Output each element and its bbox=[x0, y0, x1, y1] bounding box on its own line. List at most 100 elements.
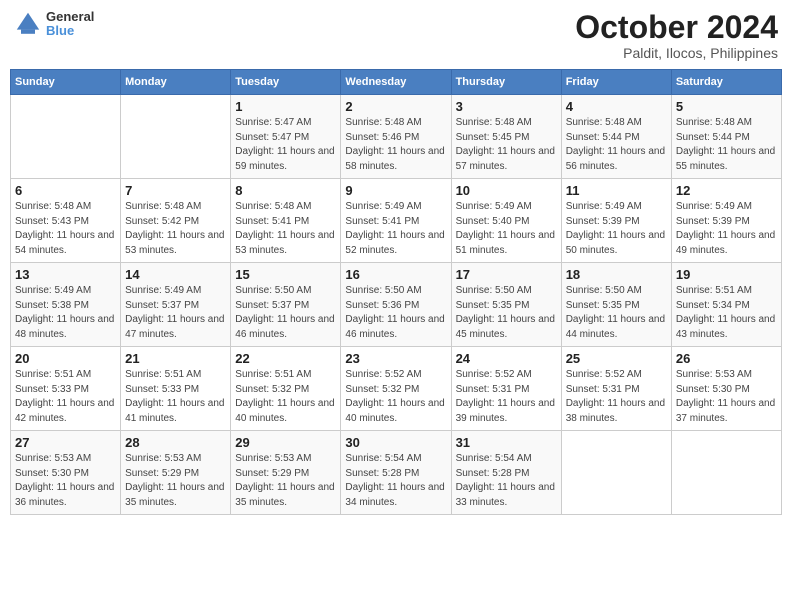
calendar-cell: 11 Sunrise: 5:49 AM Sunset: 5:39 PM Dayli… bbox=[561, 179, 671, 263]
day-info: Sunrise: 5:49 AM Sunset: 5:39 PM Dayligh… bbox=[676, 200, 777, 258]
day-number: 4 bbox=[566, 99, 667, 114]
day-number: 27 bbox=[15, 435, 116, 450]
calendar-week-row: 27 Sunrise: 5:53 AM Sunset: 5:30 PM Dayli… bbox=[11, 431, 782, 515]
calendar-cell: 10 Sunrise: 5:49 AM Sunset: 5:40 PM Dayli… bbox=[451, 179, 561, 263]
calendar-cell: 29Sunrise: 5:53 AM Sunset: 5:29 PM Dayli… bbox=[231, 431, 341, 515]
weekday-header: Wednesday bbox=[341, 70, 451, 95]
logo-line1: General bbox=[46, 10, 94, 24]
day-info: Sunrise: 5:54 AM Sunset: 5:28 PM Dayligh… bbox=[456, 452, 557, 510]
day-info: Sunrise: 5:52 AM Sunset: 5:31 PM Dayligh… bbox=[566, 368, 667, 426]
calendar-cell: 26 Sunrise: 5:53 AM Sunset: 5:30 PM Dayli… bbox=[671, 347, 781, 431]
calendar-cell: 13 Sunrise: 5:49 AM Sunset: 5:38 PM Dayli… bbox=[11, 263, 121, 347]
logo: General Blue bbox=[14, 10, 94, 39]
day-info: Sunrise: 5:50 AM Sunset: 5:35 PM Dayligh… bbox=[456, 284, 557, 342]
day-number: 31 bbox=[456, 435, 557, 450]
day-number: 23 bbox=[345, 351, 446, 366]
calendar-cell: 25Sunrise: 5:52 AM Sunset: 5:31 PM Dayli… bbox=[561, 347, 671, 431]
day-number: 2 bbox=[345, 99, 446, 114]
day-number: 14 bbox=[125, 267, 226, 282]
calendar-cell: 5Sunrise: 5:48 AM Sunset: 5:44 PM Daylig… bbox=[671, 95, 781, 179]
day-number: 13 bbox=[15, 267, 116, 282]
day-number: 18 bbox=[566, 267, 667, 282]
calendar-cell: 14 Sunrise: 5:49 AM Sunset: 5:37 PM Dayli… bbox=[121, 263, 231, 347]
weekday-header: Sunday bbox=[11, 70, 121, 95]
calendar-cell bbox=[561, 431, 671, 515]
calendar-week-row: 20 Sunrise: 5:51 AM Sunset: 5:33 PM Dayli… bbox=[11, 347, 782, 431]
day-info: Sunrise: 5:51 AM Sunset: 5:33 PM Dayligh… bbox=[125, 368, 226, 426]
calendar-cell: 16 Sunrise: 5:50 AM Sunset: 5:36 PM Dayli… bbox=[341, 263, 451, 347]
calendar-week-row: 6Sunrise: 5:48 AM Sunset: 5:43 PM Daylig… bbox=[11, 179, 782, 263]
day-number: 9 bbox=[345, 183, 446, 198]
day-number: 28 bbox=[125, 435, 226, 450]
calendar-cell: 7Sunrise: 5:48 AM Sunset: 5:42 PM Daylig… bbox=[121, 179, 231, 263]
day-info: Sunrise: 5:53 AM Sunset: 5:30 PM Dayligh… bbox=[15, 452, 116, 510]
calendar-cell: 31 Sunrise: 5:54 AM Sunset: 5:28 PM Dayli… bbox=[451, 431, 561, 515]
day-info: Sunrise: 5:50 AM Sunset: 5:36 PM Dayligh… bbox=[345, 284, 446, 342]
day-info: Sunrise: 5:51 AM Sunset: 5:33 PM Dayligh… bbox=[15, 368, 116, 426]
calendar-title: October 2024 bbox=[575, 10, 778, 45]
day-info: Sunrise: 5:51 AM Sunset: 5:34 PM Dayligh… bbox=[676, 284, 777, 342]
calendar-cell bbox=[671, 431, 781, 515]
calendar-cell: 27 Sunrise: 5:53 AM Sunset: 5:30 PM Dayli… bbox=[11, 431, 121, 515]
day-info: Sunrise: 5:48 AM Sunset: 5:45 PM Dayligh… bbox=[456, 116, 557, 174]
calendar-table: SundayMondayTuesdayWednesdayThursdayFrid… bbox=[10, 69, 782, 515]
calendar-cell: 17 Sunrise: 5:50 AM Sunset: 5:35 PM Dayli… bbox=[451, 263, 561, 347]
logo-text: General Blue bbox=[46, 10, 94, 39]
title-block: October 2024 Paldit, Ilocos, Philippines bbox=[575, 10, 778, 61]
day-info: Sunrise: 5:49 AM Sunset: 5:41 PM Dayligh… bbox=[345, 200, 446, 258]
calendar-cell: 4Sunrise: 5:48 AM Sunset: 5:44 PM Daylig… bbox=[561, 95, 671, 179]
logo-icon bbox=[14, 10, 42, 38]
day-number: 21 bbox=[125, 351, 226, 366]
day-info: Sunrise: 5:53 AM Sunset: 5:29 PM Dayligh… bbox=[125, 452, 226, 510]
day-info: Sunrise: 5:49 AM Sunset: 5:37 PM Dayligh… bbox=[125, 284, 226, 342]
calendar-subtitle: Paldit, Ilocos, Philippines bbox=[575, 45, 778, 61]
weekday-header: Thursday bbox=[451, 70, 561, 95]
calendar-cell: 15 Sunrise: 5:50 AM Sunset: 5:37 PM Dayli… bbox=[231, 263, 341, 347]
day-number: 17 bbox=[456, 267, 557, 282]
day-info: Sunrise: 5:48 AM Sunset: 5:46 PM Dayligh… bbox=[345, 116, 446, 174]
day-number: 7 bbox=[125, 183, 226, 198]
day-number: 24 bbox=[456, 351, 557, 366]
day-number: 29 bbox=[235, 435, 336, 450]
calendar-cell: 21 Sunrise: 5:51 AM Sunset: 5:33 PM Dayli… bbox=[121, 347, 231, 431]
calendar-cell: 3 Sunrise: 5:48 AM Sunset: 5:45 PM Daylig… bbox=[451, 95, 561, 179]
day-number: 12 bbox=[676, 183, 777, 198]
day-info: Sunrise: 5:52 AM Sunset: 5:31 PM Dayligh… bbox=[456, 368, 557, 426]
calendar-week-row: 1Sunrise: 5:47 AM Sunset: 5:47 PM Daylig… bbox=[11, 95, 782, 179]
calendar-cell: 9 Sunrise: 5:49 AM Sunset: 5:41 PM Daylig… bbox=[341, 179, 451, 263]
day-info: Sunrise: 5:49 AM Sunset: 5:39 PM Dayligh… bbox=[566, 200, 667, 258]
day-number: 19 bbox=[676, 267, 777, 282]
day-number: 15 bbox=[235, 267, 336, 282]
calendar-cell: 23 Sunrise: 5:52 AM Sunset: 5:32 PM Dayli… bbox=[341, 347, 451, 431]
day-info: Sunrise: 5:54 AM Sunset: 5:28 PM Dayligh… bbox=[345, 452, 446, 510]
day-info: Sunrise: 5:53 AM Sunset: 5:30 PM Dayligh… bbox=[676, 368, 777, 426]
day-number: 8 bbox=[235, 183, 336, 198]
day-number: 10 bbox=[456, 183, 557, 198]
calendar-cell: 12 Sunrise: 5:49 AM Sunset: 5:39 PM Dayli… bbox=[671, 179, 781, 263]
calendar-cell bbox=[11, 95, 121, 179]
weekday-header: Saturday bbox=[671, 70, 781, 95]
day-number: 20 bbox=[15, 351, 116, 366]
calendar-cell: 2 Sunrise: 5:48 AM Sunset: 5:46 PM Daylig… bbox=[341, 95, 451, 179]
day-info: Sunrise: 5:49 AM Sunset: 5:40 PM Dayligh… bbox=[456, 200, 557, 258]
weekday-header: Monday bbox=[121, 70, 231, 95]
calendar-header-row: SundayMondayTuesdayWednesdayThursdayFrid… bbox=[11, 70, 782, 95]
day-info: Sunrise: 5:48 AM Sunset: 5:43 PM Dayligh… bbox=[15, 200, 116, 258]
day-number: 3 bbox=[456, 99, 557, 114]
day-info: Sunrise: 5:50 AM Sunset: 5:37 PM Dayligh… bbox=[235, 284, 336, 342]
calendar-week-row: 13 Sunrise: 5:49 AM Sunset: 5:38 PM Dayli… bbox=[11, 263, 782, 347]
calendar-cell: 30 Sunrise: 5:54 AM Sunset: 5:28 PM Dayli… bbox=[341, 431, 451, 515]
day-info: Sunrise: 5:48 AM Sunset: 5:41 PM Dayligh… bbox=[235, 200, 336, 258]
day-info: Sunrise: 5:48 AM Sunset: 5:44 PM Dayligh… bbox=[676, 116, 777, 174]
day-number: 16 bbox=[345, 267, 446, 282]
day-info: Sunrise: 5:52 AM Sunset: 5:32 PM Dayligh… bbox=[345, 368, 446, 426]
calendar-body: 1Sunrise: 5:47 AM Sunset: 5:47 PM Daylig… bbox=[11, 95, 782, 515]
day-info: Sunrise: 5:51 AM Sunset: 5:32 PM Dayligh… bbox=[235, 368, 336, 426]
calendar-cell: 19 Sunrise: 5:51 AM Sunset: 5:34 PM Dayli… bbox=[671, 263, 781, 347]
day-info: Sunrise: 5:49 AM Sunset: 5:38 PM Dayligh… bbox=[15, 284, 116, 342]
day-number: 26 bbox=[676, 351, 777, 366]
day-number: 30 bbox=[345, 435, 446, 450]
day-number: 22 bbox=[235, 351, 336, 366]
calendar-cell: 1Sunrise: 5:47 AM Sunset: 5:47 PM Daylig… bbox=[231, 95, 341, 179]
day-number: 11 bbox=[566, 183, 667, 198]
